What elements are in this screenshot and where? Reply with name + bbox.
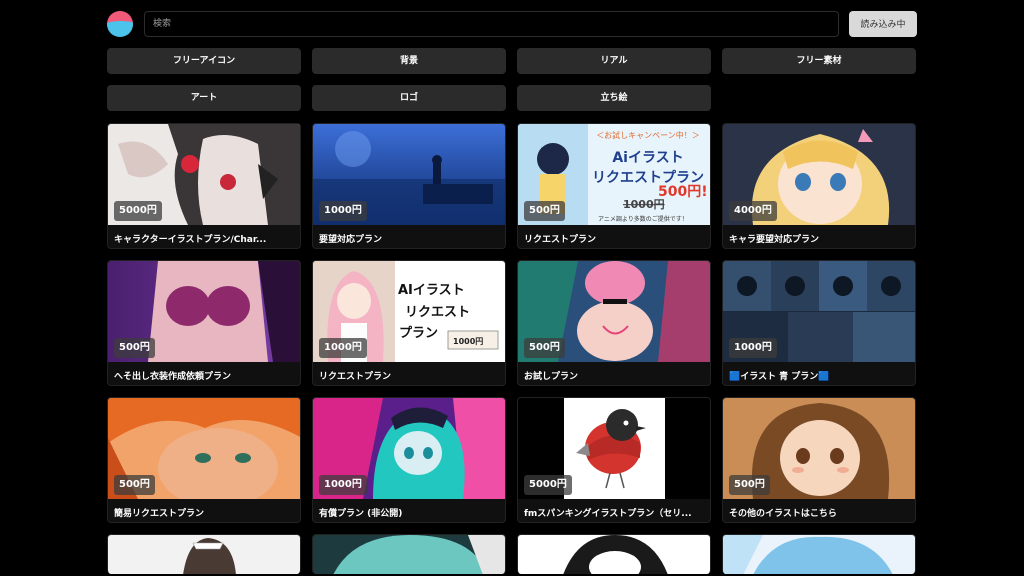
plan-thumbnail <box>313 535 505 574</box>
plan-price: 500円 <box>524 338 565 358</box>
plan-price: 1000円 <box>319 338 367 358</box>
plan-price: 5000円 <box>114 201 162 221</box>
banner-title-line1: Aiイラスト <box>612 150 683 166</box>
banner-request: リクエスト <box>405 305 470 320</box>
plan-thumbnail <box>723 535 915 574</box>
category-free-icon[interactable]: フリーアイコン <box>107 48 301 74</box>
plan-title: 簡易リクエストプラン <box>114 509 205 519</box>
plan-card[interactable]: 500円 その他のイラストはこちら <box>722 397 916 523</box>
plan-price: 5000円 <box>524 475 572 495</box>
category-real[interactable]: リアル <box>517 48 711 74</box>
plan-price: 500円 <box>729 475 770 495</box>
plan-title: 🟦イラスト 青 プラン🟦 <box>729 372 830 382</box>
banner-plan: プラン <box>399 326 438 341</box>
loading-button[interactable]: 読み込み中 <box>849 11 917 37</box>
plan-card[interactable]: 1000円 要望対応プラン <box>312 123 506 249</box>
category-logo[interactable]: ロゴ <box>312 85 506 111</box>
banner-new-price: 500円! <box>658 184 708 200</box>
plan-title: その他のイラストはこちら <box>729 509 837 519</box>
plan-title: キャラクターイラストプラン/Char... <box>114 235 267 245</box>
plan-card[interactable]: 500円 へそ出し衣装作成依頼プラン <box>107 260 301 386</box>
plan-thumbnail <box>108 535 300 574</box>
banner-campaign-text: ＜お試しキャンペーン中！＞ <box>596 130 700 140</box>
plan-price: 1000円 <box>319 201 367 221</box>
plan-card[interactable] <box>312 534 506 574</box>
plan-title: リクエストプラン <box>319 372 392 382</box>
plan-title: 有償プラン (非公開) <box>319 509 403 519</box>
plan-price: 1000円 <box>729 338 777 358</box>
plan-title: へそ出し衣装作成依頼プラン <box>114 372 232 382</box>
category-filters: フリーアイコン 背景 リアル フリー素材 アート ロゴ 立ち絵 <box>107 48 917 111</box>
plan-card[interactable] <box>517 534 711 574</box>
plan-card[interactable]: ＜お試しキャンペーン中！＞ Aiイラスト リクエストプラン 1000円 500円… <box>517 123 711 249</box>
plan-card[interactable]: 5000円 fmスパンキングイラストプラン（セリ... <box>517 397 711 523</box>
plan-card[interactable]: 500円 簡易リクエストプラン <box>107 397 301 523</box>
plan-title: お試しプラン <box>524 372 579 382</box>
plan-card[interactable] <box>722 534 916 574</box>
category-background[interactable]: 背景 <box>312 48 506 74</box>
plan-title: リクエストプラン <box>524 235 597 245</box>
plan-card[interactable]: 1000円 有償プラン (非公開) <box>312 397 506 523</box>
plan-price: 1000円 <box>319 475 367 495</box>
plan-card[interactable] <box>107 534 301 574</box>
plan-card[interactable]: 1000円 🟦イラスト 青 プラン🟦 <box>722 260 916 386</box>
banner-ai-illust: AIイラスト <box>398 283 465 298</box>
site-logo[interactable] <box>107 11 133 37</box>
plan-card[interactable]: 5000円 キャラクターイラストプラン/Char... <box>107 123 301 249</box>
plan-card[interactable]: 4000円 キャラ要望対応プラン <box>722 123 916 249</box>
banner-footer-text: アニメ調より多数のご提供です！ <box>598 215 688 223</box>
plan-price: 4000円 <box>729 201 777 221</box>
banner-ticket-price: 1000円 <box>453 337 483 346</box>
plan-title: キャラ要望対応プラン <box>729 235 820 245</box>
plan-grid: 5000円 キャラクターイラストプラン/Char... 1000円 要望対応プラ… <box>107 123 917 574</box>
plan-title: fmスパンキングイラストプラン（セリ... <box>524 509 692 519</box>
plan-price: 500円 <box>524 201 565 221</box>
plan-price: 500円 <box>114 475 155 495</box>
plan-thumbnail <box>518 535 710 574</box>
search-input[interactable] <box>144 11 839 37</box>
plan-card[interactable]: AIイラスト リクエスト プラン 1000円 1000円 リクエストプラン <box>312 260 506 386</box>
category-standing-illustration[interactable]: 立ち絵 <box>517 85 711 111</box>
plan-card[interactable]: 500円 お試しプラン <box>517 260 711 386</box>
category-free-material[interactable]: フリー素材 <box>722 48 916 74</box>
plan-title: 要望対応プラン <box>319 235 383 245</box>
category-art[interactable]: アート <box>107 85 301 111</box>
plan-price: 500円 <box>114 338 155 358</box>
